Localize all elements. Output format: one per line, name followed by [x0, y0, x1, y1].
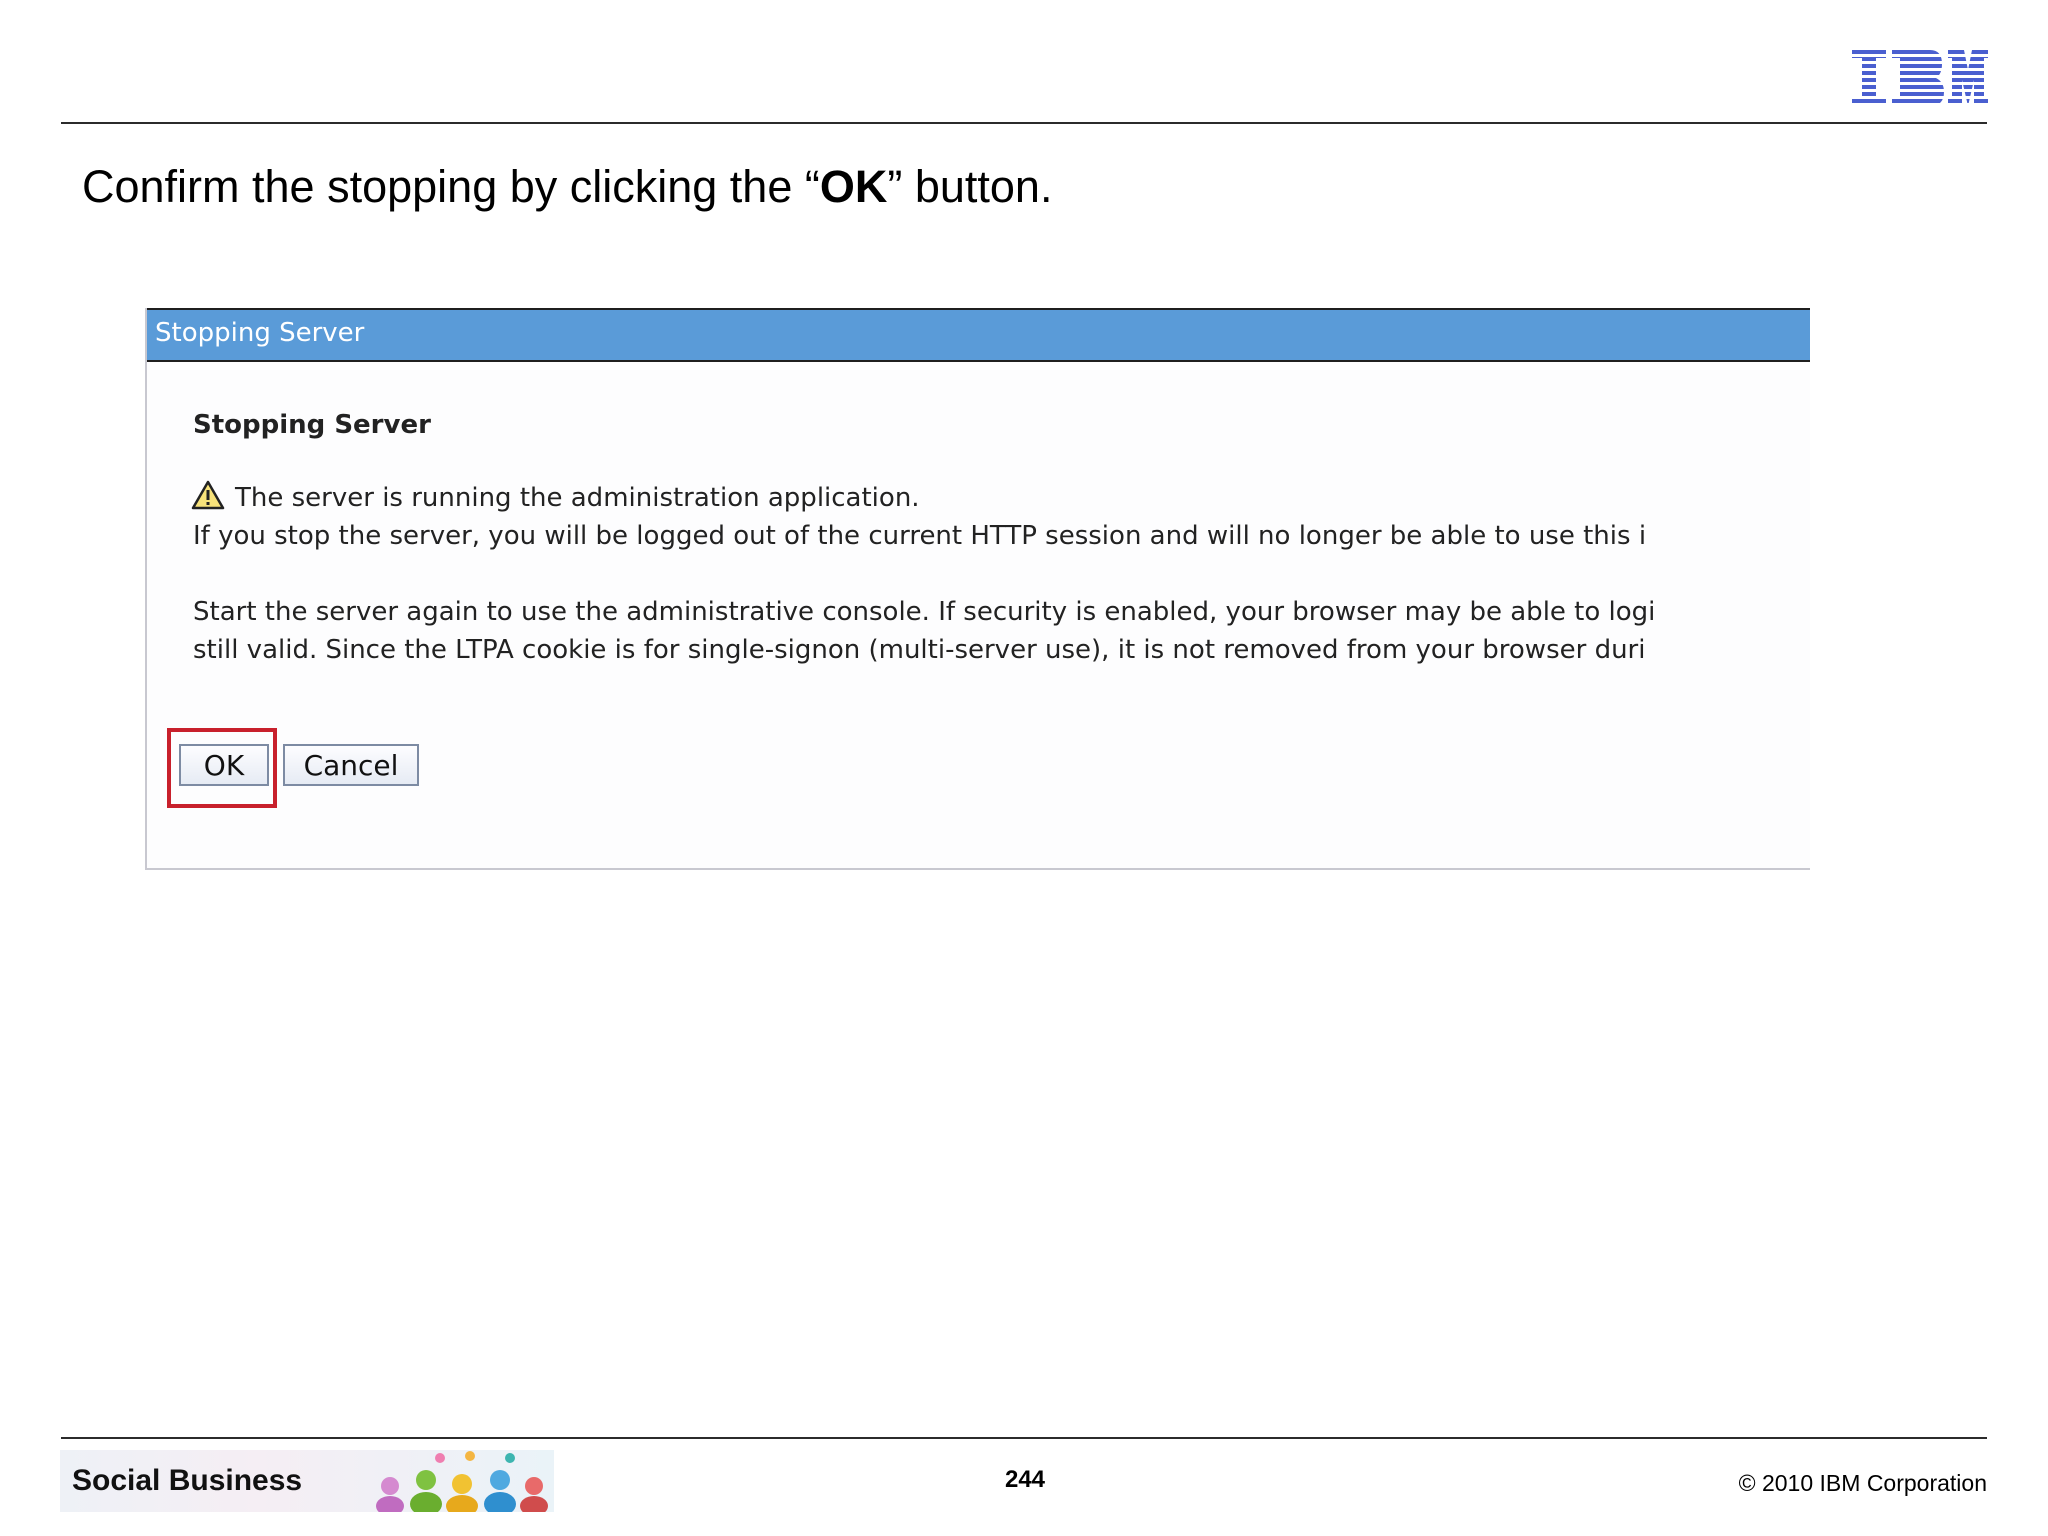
instruction-emphasis: OK [819, 161, 888, 212]
dialog-titlebar: Stopping Server [147, 308, 1810, 362]
dialog-heading: Stopping Server [193, 410, 431, 440]
dialog-message-line-1: The server is running the administration… [235, 483, 920, 513]
copyright: © 2010 IBM Corporation [1738, 1470, 1987, 1496]
footer-brand: Social Business [72, 1464, 303, 1497]
warning-triangle-icon [191, 480, 225, 510]
social-business-banner: Social Business [60, 1450, 554, 1512]
dialog-message-line-4: still valid. Since the LTPA cookie is fo… [193, 635, 1646, 665]
ibm-logo [1852, 50, 1988, 106]
dialog-title: Stopping Server [155, 318, 365, 348]
stopping-server-dialog: Stopping Server Stopping Server The serv… [145, 308, 1810, 870]
slide-instruction: Confirm the stopping by clicking the “OK… [82, 161, 1053, 212]
people-illustration-icon [376, 1451, 548, 1512]
cancel-button[interactable]: Cancel [283, 744, 419, 786]
header-divider [61, 122, 1987, 124]
ok-button[interactable]: OK [179, 744, 269, 786]
dialog-message-line-2: If you stop the server, you will be logg… [193, 521, 1647, 551]
dialog-message-line-3: Start the server again to use the admini… [193, 597, 1656, 627]
page-number: 244 [1004, 1466, 1046, 1493]
footer-divider [61, 1437, 1987, 1439]
